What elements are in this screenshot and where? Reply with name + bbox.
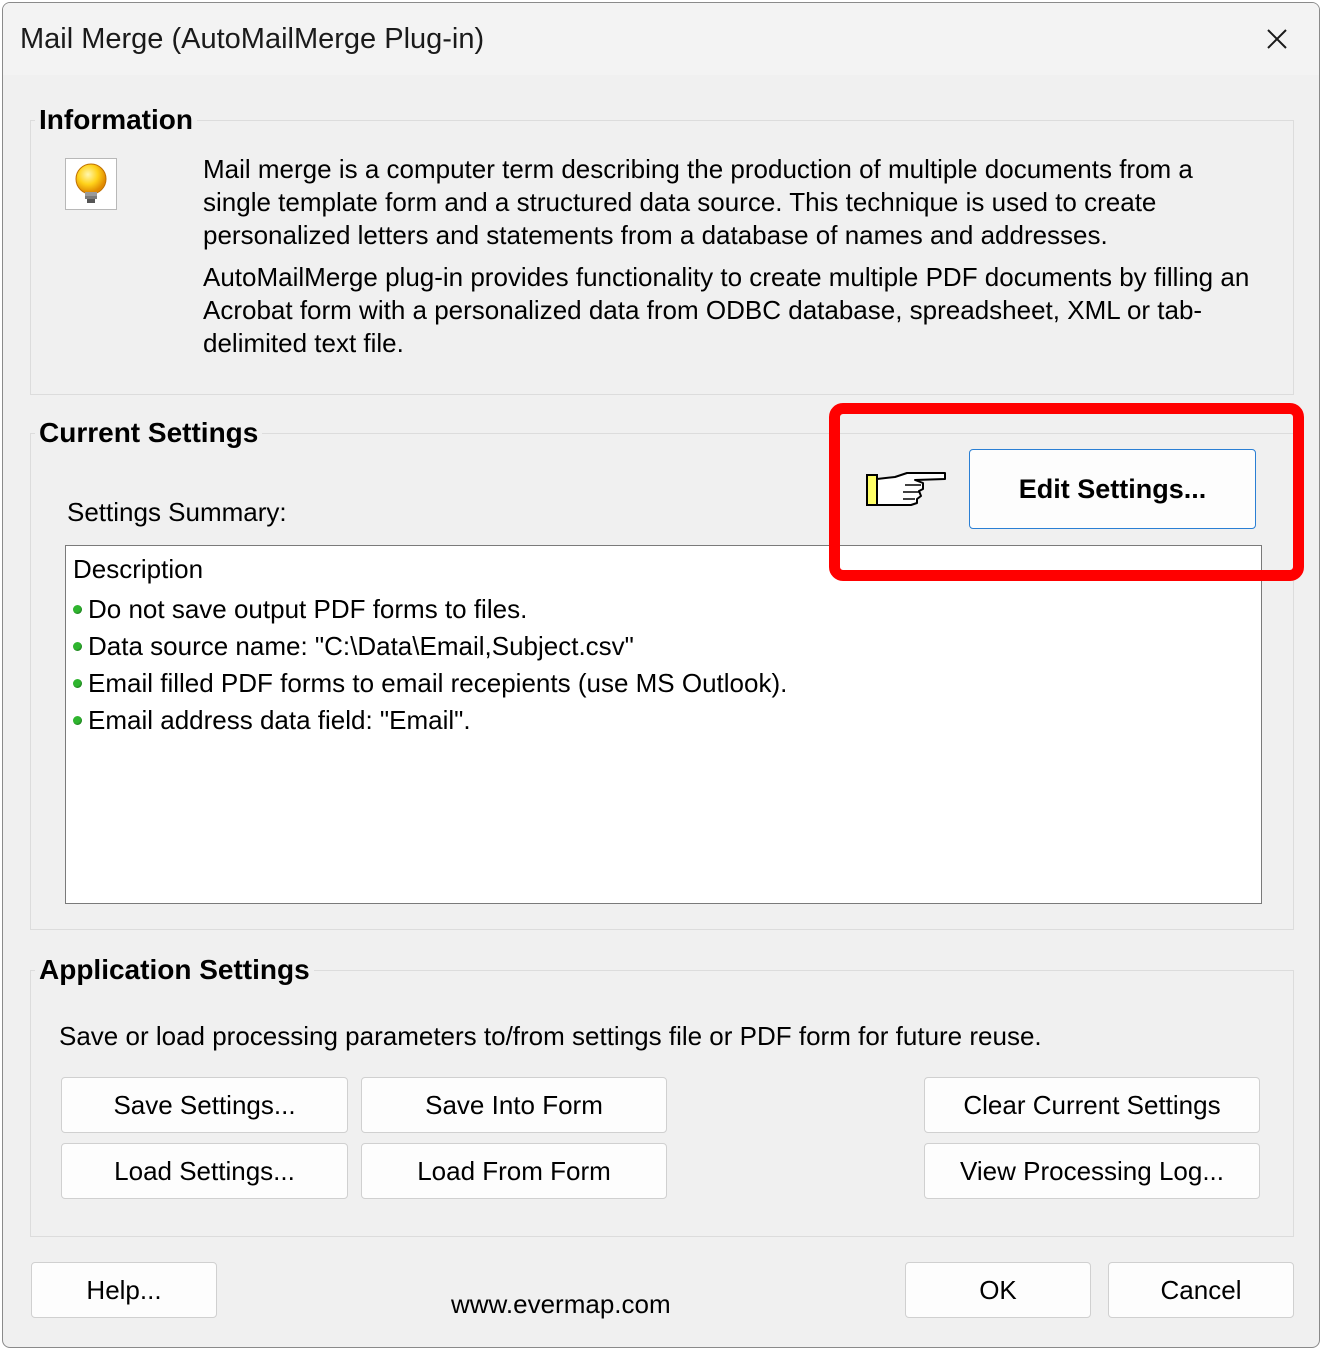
summary-header-text: Description (73, 554, 204, 584)
lightbulb-icon (65, 158, 117, 210)
information-label: Information (35, 104, 197, 136)
mail-merge-dialog: Mail Merge (AutoMailMerge Plug-in) Infor… (2, 2, 1320, 1348)
bullet-icon (73, 716, 82, 725)
clear-current-settings-button[interactable]: Clear Current Settings (924, 1077, 1260, 1133)
save-into-form-label: Save Into Form (425, 1089, 603, 1120)
summary-item-text: Data source name: "C:\Data\Email,Subject… (88, 631, 634, 661)
ok-label: OK (979, 1274, 1017, 1305)
cancel-label: Cancel (1160, 1274, 1242, 1305)
title-bar: Mail Merge (AutoMailMerge Plug-in) (3, 3, 1319, 75)
help-label: Help... (86, 1274, 162, 1305)
settings-summary-box[interactable]: Description Do not save output PDF forms… (65, 545, 1262, 904)
load-settings-label: Load Settings... (114, 1155, 295, 1186)
summary-header: Description (73, 554, 203, 585)
application-settings-label: Application Settings (35, 954, 314, 986)
settings-summary-label: Settings Summary: (67, 497, 287, 527)
summary-item-text: Email filled PDF forms to email recepien… (88, 668, 788, 698)
load-from-form-label: Load From Form (417, 1155, 611, 1186)
window-title: Mail Merge (AutoMailMerge Plug-in) (20, 23, 485, 55)
information-paragraph-2: AutoMailMerge plug-in provides functiona… (203, 262, 1250, 358)
save-settings-button[interactable]: Save Settings... (61, 1077, 348, 1133)
highlight-frame (829, 403, 1304, 581)
bullet-icon (73, 679, 82, 688)
view-processing-log-label: View Processing Log... (960, 1155, 1224, 1186)
save-into-form-button[interactable]: Save Into Form (361, 1077, 667, 1133)
load-from-form-button[interactable]: Load From Form (361, 1143, 667, 1199)
bullet-icon (73, 642, 82, 651)
cancel-button[interactable]: Cancel (1108, 1262, 1294, 1318)
save-settings-label: Save Settings... (113, 1089, 296, 1120)
summary-item: Email address data field: "Email". (73, 705, 471, 736)
help-button[interactable]: Help... (31, 1262, 217, 1318)
ok-button[interactable]: OK (905, 1262, 1091, 1318)
bullet-icon (73, 605, 82, 614)
load-settings-button[interactable]: Load Settings... (61, 1143, 348, 1199)
close-button[interactable] (1235, 3, 1319, 75)
clear-current-settings-label: Clear Current Settings (963, 1089, 1221, 1120)
summary-item: Email filled PDF forms to email recepien… (73, 668, 787, 699)
website-link[interactable]: www.evermap.com (451, 1289, 671, 1320)
summary-item: Data source name: "C:\Data\Email,Subject… (73, 631, 634, 662)
close-icon (1267, 29, 1287, 49)
summary-item-text: Email address data field: "Email". (88, 705, 471, 735)
view-processing-log-button[interactable]: View Processing Log... (924, 1143, 1260, 1199)
current-settings-label: Current Settings (35, 417, 263, 449)
summary-item: Do not save output PDF forms to files. (73, 594, 527, 625)
application-settings-description: Save or load processing parameters to/fr… (59, 1021, 1042, 1051)
information-paragraph-1: Mail merge is a computer term describing… (203, 154, 1193, 250)
summary-item-text: Do not save output PDF forms to files. (88, 594, 528, 624)
